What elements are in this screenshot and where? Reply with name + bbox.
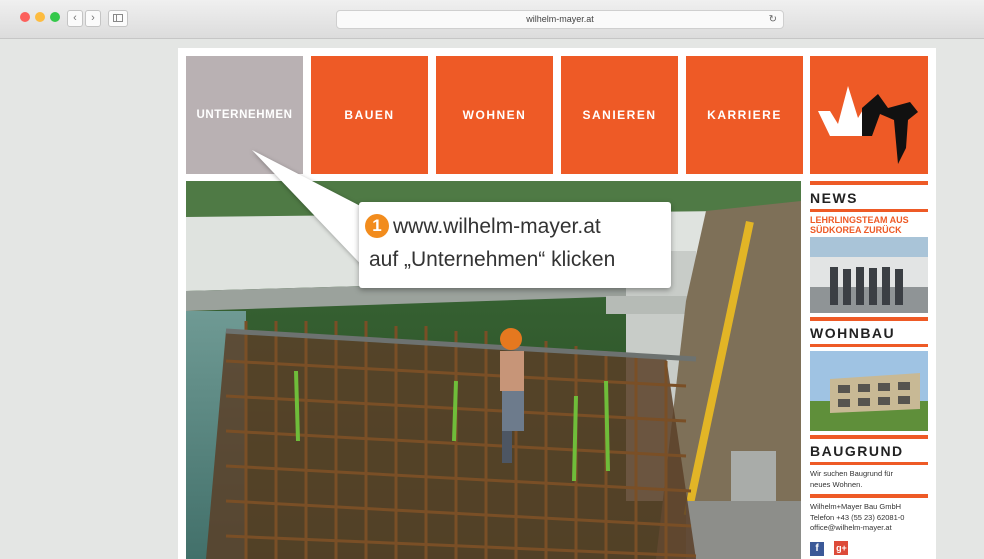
zoom-window-button[interactable] bbox=[50, 12, 60, 22]
url-text: wilhelm-mayer.at bbox=[526, 14, 594, 24]
close-window-button[interactable] bbox=[20, 12, 30, 22]
minimize-window-button[interactable] bbox=[35, 12, 45, 22]
baugrund-text: Wir suchen Baugrund für neues Wohnen. bbox=[810, 469, 893, 489]
email-link[interactable]: office@wilhelm-mayer.at bbox=[810, 523, 928, 534]
website-page: UNTERNEHMEN BAUEN WOHNEN SANIEREN KARRIE… bbox=[178, 48, 936, 559]
forward-button[interactable]: › bbox=[85, 10, 101, 27]
news-thumbnail[interactable] bbox=[810, 237, 928, 313]
divider bbox=[810, 494, 928, 498]
phone-number: Telefon +43 (55 23) 62081-0 bbox=[810, 512, 905, 522]
nav-sanieren[interactable]: SANIEREN bbox=[561, 56, 678, 174]
browser-toolbar: ‹ › wilhelm-mayer.at ↻ bbox=[0, 0, 984, 39]
divider bbox=[810, 317, 928, 321]
nav-unternehmen[interactable]: UNTERNEHMEN bbox=[186, 56, 303, 174]
company-logo[interactable] bbox=[810, 56, 928, 174]
divider bbox=[810, 435, 928, 439]
news-heading: NEWS bbox=[810, 190, 858, 206]
google-plus-icon[interactable]: g+ bbox=[834, 540, 849, 555]
sidebar-icon bbox=[113, 14, 123, 22]
nav-label: WOHNEN bbox=[462, 108, 527, 122]
wohnbau-heading: WOHNBAU bbox=[810, 325, 896, 341]
company-name: Wilhelm+Mayer Bau GmbH bbox=[810, 502, 902, 511]
wohnbau-thumbnail[interactable] bbox=[810, 351, 928, 431]
facebook-icon[interactable]: f bbox=[810, 541, 824, 556]
divider bbox=[810, 209, 928, 212]
wm-logo-icon bbox=[818, 86, 918, 164]
nav-wohnen[interactable]: WOHNEN bbox=[436, 56, 553, 174]
reload-icon[interactable]: ↻ bbox=[769, 11, 777, 28]
back-button[interactable]: ‹ bbox=[67, 10, 83, 27]
address-bar[interactable]: wilhelm-mayer.at ↻ bbox=[336, 10, 784, 29]
nav-label: SANIEREN bbox=[582, 108, 657, 122]
callout-line-2: auf „Unternehmen“ klicken bbox=[369, 248, 616, 271]
divider bbox=[810, 181, 928, 185]
nav-bauen[interactable]: BAUEN bbox=[311, 56, 428, 174]
nav-label: KARRIERE bbox=[707, 108, 782, 122]
nav-karriere[interactable]: KARRIERE bbox=[686, 56, 803, 174]
divider bbox=[810, 344, 928, 347]
news-link[interactable]: LEHRLINGSTEAM AUS SÜDKOREA ZURÜCK bbox=[810, 215, 928, 235]
sidebar-toggle-button[interactable] bbox=[108, 10, 128, 27]
sidebar: NEWS LEHRLINGSTEAM AUS SÜDKOREA ZURÜCK W… bbox=[810, 181, 928, 556]
divider bbox=[810, 462, 928, 465]
instruction-callout: 1 www.wilhelm-mayer.at auf „Unternehmen“ … bbox=[359, 202, 671, 288]
callout-line-1: www.wilhelm-mayer.at bbox=[393, 215, 601, 238]
nav-label: UNTERNEHMEN bbox=[196, 109, 293, 121]
nav-label: BAUEN bbox=[344, 108, 395, 122]
step-number-badge: 1 bbox=[365, 214, 389, 238]
baugrund-heading: BAUGRUND bbox=[810, 443, 904, 459]
